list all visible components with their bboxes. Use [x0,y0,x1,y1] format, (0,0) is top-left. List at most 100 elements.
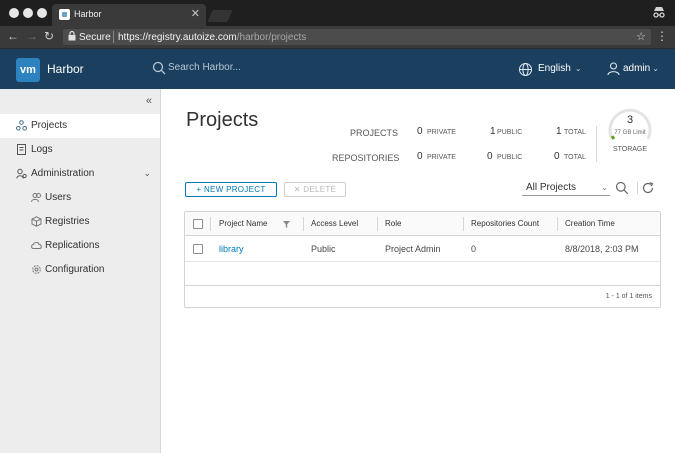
minimize-window-button[interactable] [23,8,33,18]
sidebar-item-administration[interactable]: Administration ⌄ [0,162,160,186]
projects-icon [16,120,27,131]
column-divider [557,217,558,231]
private-label: PRIVATE [427,129,456,136]
sidebar-item-label: Administration [31,168,95,179]
browser-tab-harbor[interactable]: Harbor ✕ [52,4,206,26]
column-header-project-name[interactable]: Project Name [219,219,267,228]
column-divider [377,217,378,231]
users-icon [31,193,41,203]
chevron-down-icon: ⌄ [574,64,582,73]
delete-button[interactable]: ✕ DELETE [284,182,346,197]
sidebar-item-label: Projects [31,120,68,131]
repos-public-count: 0 [487,151,493,162]
sidebar-item-label: Replications [45,240,100,251]
username: admin [623,63,651,74]
table-footer: 1 - 1 of 1 items [185,285,660,308]
sidebar-item-label: Users [45,192,72,203]
sidebar-item-replications[interactable]: Replications [0,234,160,258]
sidebar-item-users[interactable]: Users [0,186,160,210]
gear-icon [32,265,41,274]
repos-total-count: 0 [554,151,560,162]
user-menu[interactable]: admin ⌄ [623,63,659,74]
public-label: PUBLIC [497,129,523,136]
search-input[interactable] [168,62,328,73]
new-project-button[interactable]: + NEW PROJECT [185,182,277,197]
bookmark-star-icon[interactable]: ☆ [636,30,646,43]
creation-time-cell: 8/8/2018, 2:03 PM [565,244,639,254]
user-icon [607,62,620,76]
column-header-role[interactable]: Role [385,219,401,228]
filter-value: All Projects [526,182,577,193]
forward-arrow-icon[interactable]: → [26,29,38,43]
address-divider [113,31,114,43]
total-label: TOTAL [564,154,586,161]
harbor-favicon-icon [59,9,70,20]
projects-total-count: 1 [556,126,562,137]
project-name-link[interactable]: library [219,244,244,254]
search-icon [152,61,166,75]
language-label: English [538,63,571,74]
role-cell: Project Admin [385,244,441,254]
select-all-checkbox[interactable] [193,219,203,229]
url-path: /harbor/projects [236,32,307,43]
incognito-icon [653,7,665,18]
project-filter-select[interactable]: All Projects ⌄ [522,181,610,196]
refresh-icon[interactable] [641,181,655,195]
column-divider [463,217,464,231]
replications-icon [31,241,42,249]
filter-icon[interactable] [283,221,290,228]
table-row[interactable]: library Public Project Admin 0 8/8/2018,… [185,236,660,262]
sidebar-item-registries[interactable]: Registries [0,210,160,234]
projects-public-count: 1 [490,126,496,137]
storage-label: STORAGE [612,146,648,153]
maximize-window-button[interactable] [37,8,47,18]
browser-toolbar: ← → ↻ Secure https://registry.autoize.co… [0,26,675,48]
reload-icon[interactable]: ↻ [44,29,54,43]
sidebar-item-projects[interactable]: Projects [0,114,160,138]
administration-icon [16,168,27,179]
sidebar-item-configuration[interactable]: Configuration [0,258,160,282]
search-icon[interactable] [615,181,629,195]
language-selector[interactable]: English ⌄ [538,63,582,74]
column-header-access-level[interactable]: Access Level [311,219,358,228]
table-header: Project Name Access Level Role Repositor… [185,212,660,236]
main-content: Projects PROJECTS 0 PRIVATE 1 PUBLIC 1 T… [161,89,675,453]
chevron-down-icon: ⌄ [143,168,151,178]
chevron-down-icon: ⌄ [601,183,608,192]
chevron-down-icon: ⌄ [652,64,659,73]
column-divider [303,217,304,231]
address-bar[interactable]: Secure https://registry.autoize.com/harb… [63,29,651,45]
url-base: https://registry.autoize.com [118,32,237,43]
sidebar-item-label: Configuration [45,264,105,275]
close-window-button[interactable] [9,8,19,18]
column-header-creation-time[interactable]: Creation Time [565,219,615,228]
globe-icon [519,63,532,76]
private-label: PRIVATE [427,154,456,161]
sidebar-item-logs[interactable]: Logs [0,138,160,162]
logs-icon [17,144,26,155]
collapse-sidebar-icon[interactable]: « [146,95,152,107]
sidebar-item-label: Logs [31,144,53,155]
column-header-repositories-count[interactable]: Repositories Count [471,219,539,228]
url-text: https://registry.autoize.com/harbor/proj… [118,32,306,43]
projects-stat-label: PROJECTS [350,128,399,138]
storage-value: 3 [626,114,634,126]
sidebar: « Projects Logs Administration ⌄ Users R… [0,89,161,453]
vmware-logo[interactable]: vm [16,58,40,82]
storage-limit: 77 GB Limit [614,130,646,136]
registries-icon [31,216,42,227]
row-checkbox[interactable] [193,244,203,254]
repositories-stat-label: REPOSITORIES [332,153,400,163]
toolbar-divider [637,182,638,194]
secure-label: Secure [79,32,111,43]
browser-menu-icon[interactable]: ⋮ [656,29,668,43]
brand-name[interactable]: Harbor [47,62,84,76]
pagination-text: 1 - 1 of 1 items [605,293,652,300]
browser-titlebar: Harbor ✕ [0,0,675,26]
summary-divider [596,126,597,162]
access-level-cell: Public [311,244,336,254]
back-arrow-icon[interactable]: ← [7,29,19,43]
tab-title: Harbor [74,9,102,19]
new-tab-button[interactable] [207,10,233,22]
tab-close-icon[interactable]: ✕ [191,7,200,20]
